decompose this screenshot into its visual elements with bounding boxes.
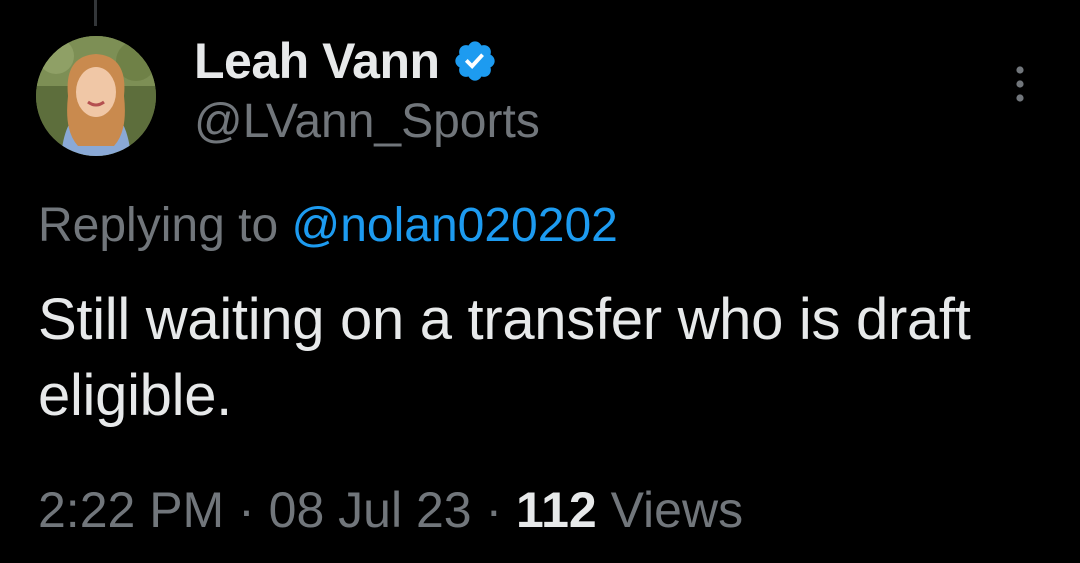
tweet-time[interactable]: 2:22 PM: [38, 482, 224, 538]
author-handle[interactable]: @LVann_Sports: [194, 98, 540, 146]
tweet-meta: 2:22 PM · 08 Jul 23 · 112 Views: [38, 485, 743, 535]
replying-to-line: Replying to @nolan020202: [38, 202, 618, 250]
thread-connector-line: [94, 0, 97, 26]
avatar[interactable]: [36, 36, 156, 156]
reply-mention-link[interactable]: @nolan020202: [291, 199, 617, 252]
avatar-photo: [36, 36, 156, 156]
tweet-text: Still waiting on a transfer who is draft…: [38, 287, 971, 428]
tweet-date[interactable]: 08 Jul 23: [269, 482, 472, 538]
views-count[interactable]: 112: [516, 482, 597, 538]
replying-to-label: Replying to: [38, 199, 292, 252]
meta-separator: ·: [471, 482, 517, 538]
views-label: Views: [596, 482, 744, 538]
verified-badge-icon[interactable]: [452, 38, 498, 84]
author-display-name[interactable]: Leah Vann: [194, 36, 440, 86]
meta-separator: ·: [224, 482, 269, 538]
author-name-row: Leah Vann: [194, 32, 498, 90]
more-options-icon[interactable]: [1006, 62, 1034, 106]
